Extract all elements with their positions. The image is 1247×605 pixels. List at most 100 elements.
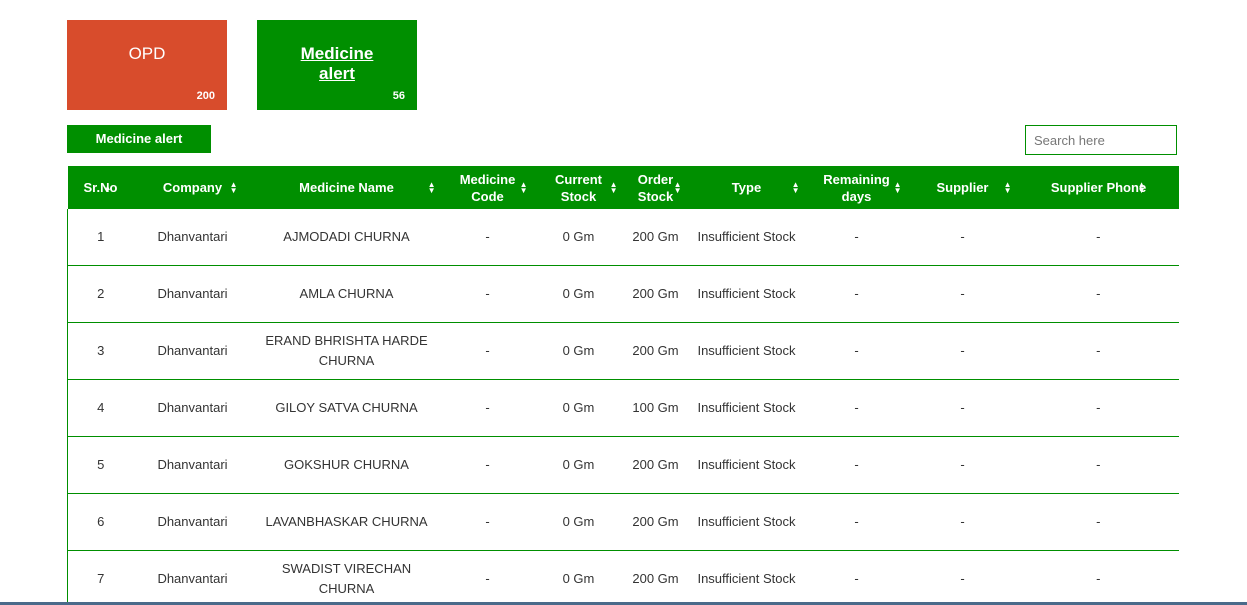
- table-cell: -: [1017, 550, 1179, 605]
- table-cell: 1: [67, 209, 134, 266]
- medicine-alert-tile-count: 56: [392, 90, 405, 102]
- medicine-alert-tile-label[interactable]: Medicine alert: [257, 44, 417, 84]
- opd-tile[interactable]: OPD 200: [67, 20, 227, 110]
- table-cell: 200 Gm: [623, 493, 688, 551]
- column-header-type[interactable]: Type ▲ ▼: [687, 166, 806, 209]
- column-header-medicine-code[interactable]: Medicine Code ▲ ▼: [441, 166, 534, 209]
- table-cell: -: [805, 550, 908, 605]
- column-header-label: Sr.No: [83, 180, 118, 195]
- medicine-alert-tile[interactable]: Medicine alert 56: [257, 20, 417, 110]
- column-header-company[interactable]: Company ▲ ▼: [133, 166, 252, 209]
- table-cell: AJMODADI CHURNA: [251, 209, 442, 266]
- sort-both-icon[interactable]: ▲ ▼: [894, 180, 902, 194]
- table-cell: GILOY SATVA CHURNA: [251, 379, 442, 437]
- table-cell: Dhanvantari: [133, 550, 252, 605]
- table-cell: -: [1017, 209, 1179, 266]
- sort-both-icon[interactable]: ▲ ▼: [792, 180, 800, 194]
- table-cell: Insufficient Stock: [687, 550, 806, 605]
- search-input[interactable]: [1025, 125, 1177, 155]
- column-header-order-stock[interactable]: Order Stock ▲ ▼: [623, 166, 688, 209]
- opd-tile-label: OPD: [128, 44, 166, 63]
- column-header-label: Remaining days: [823, 171, 890, 204]
- table-row: 7 Dhanvantari SWADIST VIRECHAN CHURNA -0 Gm…: [67, 550, 1179, 605]
- table-cell: Dhanvantari: [133, 209, 252, 266]
- table-cell: -: [441, 550, 534, 605]
- table-cell: -: [907, 379, 1018, 437]
- column-header-medicine-name[interactable]: Medicine Name ▲ ▼: [251, 166, 442, 209]
- table-cell: -: [1017, 379, 1179, 437]
- sort-both-icon[interactable]: ▲ ▼: [428, 180, 436, 194]
- opd-tile-count: 200: [196, 90, 215, 102]
- table-cell: 200 Gm: [623, 209, 688, 266]
- table-cell: Dhanvantari: [133, 322, 252, 380]
- column-header-label: Supplier: [936, 180, 989, 195]
- table-cell: -: [805, 436, 908, 494]
- column-header-label: Order Stock: [637, 171, 674, 204]
- column-header-current-stock[interactable]: Current Stock ▲ ▼: [533, 166, 624, 209]
- table-cell: Insufficient Stock: [687, 493, 806, 551]
- table-cell: -: [907, 209, 1018, 266]
- table-cell: 200 Gm: [623, 550, 688, 605]
- table-cell: 0 Gm: [533, 265, 624, 323]
- table-cell: 7: [67, 550, 134, 605]
- sort-both-icon[interactable]: ▲ ▼: [1004, 180, 1012, 194]
- table-cell: Insufficient Stock: [687, 322, 806, 380]
- medicine-alert-button[interactable]: Medicine alert: [67, 125, 211, 153]
- sort-both-icon[interactable]: ▲ ▼: [610, 180, 618, 194]
- table-cell: -: [907, 265, 1018, 323]
- table-cell: AMLA CHURNA: [251, 265, 442, 323]
- column-header-sr-no[interactable]: Sr.No ▲: [67, 166, 134, 209]
- sort-both-icon[interactable]: ▲ ▼: [230, 180, 238, 194]
- table-cell: 2: [67, 265, 134, 323]
- table-row: 6 Dhanvantari LAVANBHASKAR CHURNA -0 Gm 200 …: [67, 493, 1179, 551]
- table-cell: -: [441, 322, 534, 380]
- sort-both-icon[interactable]: ▲ ▼: [1138, 180, 1146, 194]
- table-cell: 5: [67, 436, 134, 494]
- table-cell: -: [441, 265, 534, 323]
- table-cell: -: [907, 322, 1018, 380]
- page: OPD 200 Medicine alert 56 Medicine alert…: [0, 0, 1247, 605]
- table-row: 2 Dhanvantari AMLA CHURNA -0 Gm 200 Gm Insuff…: [67, 265, 1179, 323]
- table-cell: LAVANBHASKAR CHURNA: [251, 493, 442, 551]
- table-cell: 0 Gm: [533, 379, 624, 437]
- column-header-label: Type: [731, 180, 762, 195]
- table-cell: -: [1017, 265, 1179, 323]
- table-cell: 0 Gm: [533, 209, 624, 266]
- table-cell: Insufficient Stock: [687, 265, 806, 323]
- table-cell: -: [907, 436, 1018, 494]
- table-cell: -: [441, 436, 534, 494]
- sort-both-icon[interactable]: ▲ ▼: [674, 180, 682, 194]
- table-cell: -: [1017, 322, 1179, 380]
- column-header-label: Supplier Phone: [1050, 180, 1147, 195]
- table-cell: ERAND BHRISHTA HARDE CHURNA: [251, 322, 442, 380]
- table-cell: -: [805, 322, 908, 380]
- column-header-supplier[interactable]: Supplier ▲ ▼: [907, 166, 1018, 209]
- column-header-remaining-days[interactable]: Remaining days ▲ ▼: [805, 166, 908, 209]
- table-cell: 200 Gm: [623, 436, 688, 494]
- table-cell: 0 Gm: [533, 550, 624, 605]
- table-cell: Dhanvantari: [133, 265, 252, 323]
- column-header-label: Current Stock: [555, 171, 602, 204]
- table-cell: Dhanvantari: [133, 379, 252, 437]
- medicine-alert-table-wrap: Sr.No ▲ Company ▲ ▼ Medicine Name ▲ ▼ Medicine C…: [67, 166, 1179, 605]
- table-cell: 0 Gm: [533, 322, 624, 380]
- table-body: 1 Dhanvantari AJMODADI CHURNA -0 Gm 200 Gm In…: [67, 209, 1179, 605]
- sort-ascending-icon[interactable]: ▲: [104, 183, 112, 191]
- column-header-supplier-phone[interactable]: Supplier Phone ▲ ▼: [1017, 166, 1179, 209]
- table-header-row: Sr.No ▲ Company ▲ ▼ Medicine Name ▲ ▼ Medicine C…: [67, 166, 1179, 209]
- table-cell: Insufficient Stock: [687, 436, 806, 494]
- table-cell: 4: [67, 379, 134, 437]
- table-cell: Insufficient Stock: [687, 209, 806, 266]
- table-cell: 0 Gm: [533, 436, 624, 494]
- table-cell: -: [441, 209, 534, 266]
- table-cell: GOKSHUR CHURNA: [251, 436, 442, 494]
- table-row: 3 Dhanvantari ERAND BHRISHTA HARDE CHURNA -…: [67, 322, 1179, 380]
- column-header-label: Medicine Name: [299, 180, 394, 195]
- column-header-label: Medicine Code: [459, 171, 516, 204]
- table-cell: 200 Gm: [623, 265, 688, 323]
- table-cell: 6: [67, 493, 134, 551]
- sort-both-icon[interactable]: ▲ ▼: [520, 180, 528, 194]
- table-cell: 200 Gm: [623, 322, 688, 380]
- table-cell: -: [805, 265, 908, 323]
- table-cell: -: [441, 379, 534, 437]
